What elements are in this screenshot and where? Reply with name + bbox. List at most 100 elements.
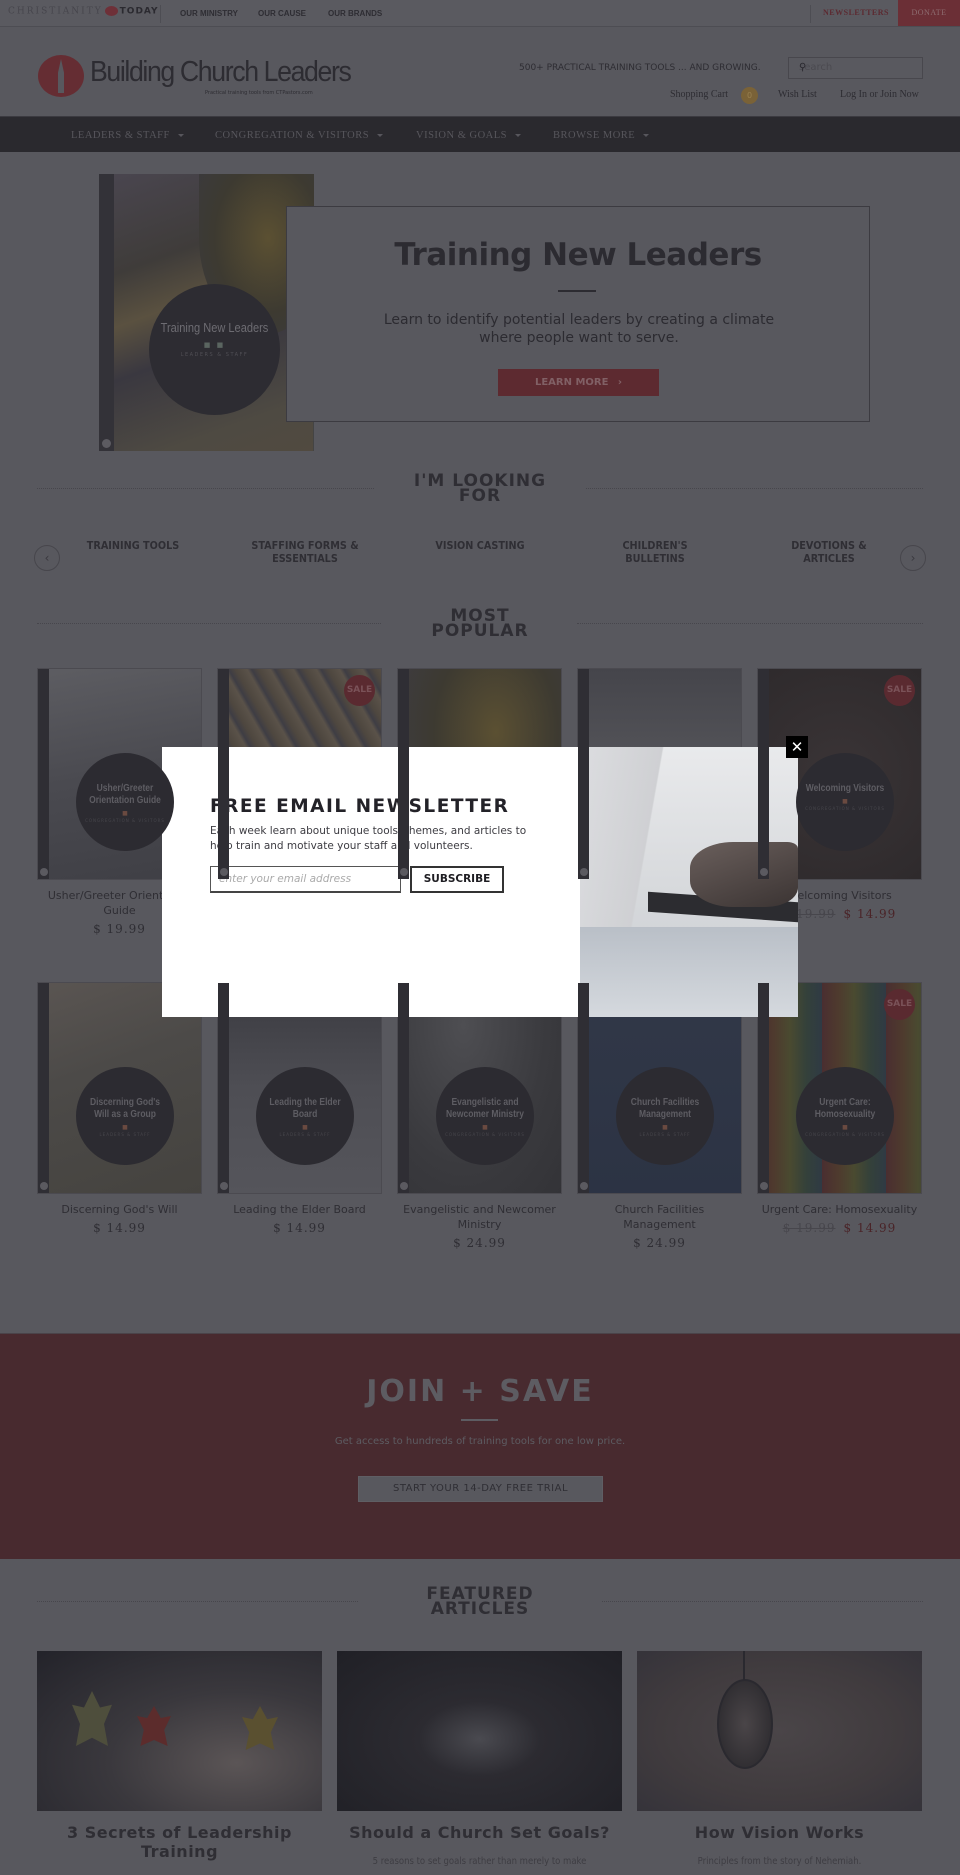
shopping-cart-link[interactable]: Shopping Cart xyxy=(670,89,728,100)
product-name[interactable]: Leading the Elder Board xyxy=(217,1202,382,1217)
nav-congregation-visitors[interactable]: CONGREGATION & VISITORS xyxy=(215,130,384,141)
newsletters-link[interactable]: NEWSLETTERS xyxy=(823,8,889,17)
nav-vision-goals[interactable]: VISION & GOALS xyxy=(416,130,521,141)
nav-leaders-staff[interactable]: LEADERS & STAFF xyxy=(71,130,184,141)
cart-count-badge: 0 xyxy=(741,87,758,104)
article-card[interactable]: How Vision Works Principles from the sto… xyxy=(637,1651,922,1867)
cover-category: LEADERS & STAFF xyxy=(180,352,249,358)
modal-title: FREE EMAIL NEWSLETTER xyxy=(210,796,510,817)
category-staffing-forms[interactable]: STAFFING FORMS & ESSENTIALS xyxy=(248,539,362,565)
product-card[interactable]: Evangelistic and Newcomer Ministry ■ CON… xyxy=(397,982,562,1250)
leaf-icon xyxy=(137,1706,171,1746)
cover-spine xyxy=(758,983,769,1193)
category-training-tools[interactable]: TRAINING TOOLS xyxy=(76,539,190,552)
cover-dot: ■ xyxy=(122,810,128,817)
category-vision-casting[interactable]: VISION CASTING xyxy=(423,539,537,552)
publisher-mark-icon xyxy=(40,1182,48,1190)
site-logo-title[interactable]: Building Church Leaders xyxy=(90,56,352,89)
cover-badge: Evangelistic and Newcomer Ministry ■ CON… xyxy=(436,1067,534,1165)
product-name[interactable]: Evangelistic and Newcomer Ministry xyxy=(397,1202,562,1232)
product-name[interactable]: Church Facilities Management xyxy=(577,1202,742,1232)
top-link-our-brands[interactable]: OUR BRANDS xyxy=(328,9,382,18)
cover-spine xyxy=(398,983,409,1193)
product-card[interactable]: Church Facilities Management ■ LEADERS &… xyxy=(577,982,742,1250)
cover-dot: ■ xyxy=(842,1124,848,1131)
cover-badge: Usher/Greeter Orientation Guide ■ CONGRE… xyxy=(76,753,174,851)
product-card[interactable]: Urgent Care: Homosexuality ■ CONGREGATIO… xyxy=(757,982,922,1235)
publisher-mark-icon xyxy=(400,868,408,876)
search-icon[interactable]: ⚲ xyxy=(799,62,915,73)
chevron-left-icon: ‹ xyxy=(44,551,50,565)
chevron-right-icon: › xyxy=(617,377,623,388)
pendant-string xyxy=(743,1651,745,1681)
cover-badge: Urgent Care: Homosexuality ■ CONGREGATIO… xyxy=(796,1067,894,1165)
top-link-our-cause[interactable]: OUR CAUSE xyxy=(258,9,306,18)
subscribe-button[interactable]: SUBSCRIBE xyxy=(410,866,504,893)
product-price: $ 14.99 xyxy=(37,1221,202,1235)
tagline: 500+ PRACTICAL TRAINING TOOLS ... AND GR… xyxy=(519,63,761,73)
cover-category: LEADERS & STAFF xyxy=(279,1132,331,1137)
free-trial-button[interactable]: START YOUR 14-DAY FREE TRIAL xyxy=(358,1476,603,1502)
cover-badge: Leading the Elder Board ■ LEADERS & STAF… xyxy=(256,1067,354,1165)
article-card[interactable]: 3 Secrets of Leadership Training xyxy=(37,1651,322,1875)
close-modal-button[interactable]: ✕ xyxy=(786,736,808,758)
top-link-our-ministry[interactable]: OUR MINISTRY xyxy=(180,9,238,18)
product-price: $ 24.99 xyxy=(577,1236,742,1250)
hero-book-cover[interactable]: Training New Leaders ■ ■ LEADERS & STAFF xyxy=(99,174,314,451)
steeple-icon xyxy=(58,59,64,93)
product-card[interactable]: Discerning God's Will as a Group ■ LEADE… xyxy=(37,982,202,1235)
nav-label: VISION & GOALS xyxy=(416,130,507,141)
hands xyxy=(690,842,798,907)
newsletter-modal: FREE EMAIL NEWSLETTER Each week learn ab… xyxy=(162,747,798,1017)
cover-title: Discerning God's Will as a Group xyxy=(89,1097,161,1120)
leaf-icon xyxy=(242,1706,278,1750)
crystal-ball-icon xyxy=(717,1679,773,1769)
cover-category: CONGREGATION & VISITORS xyxy=(445,1132,525,1137)
product-name[interactable]: Urgent Care: Homosexuality xyxy=(757,1202,922,1217)
article-title[interactable]: Should a Church Set Goals? xyxy=(337,1823,622,1842)
carousel-prev-button[interactable]: ‹ xyxy=(34,545,60,571)
publisher-mark-icon xyxy=(220,1182,228,1190)
article-title[interactable]: How Vision Works xyxy=(637,1823,922,1842)
article-title[interactable]: 3 Secrets of Leadership Training xyxy=(37,1823,322,1861)
cover-dots: ■ ■ xyxy=(203,341,226,349)
price: $ 24.99 xyxy=(453,1236,506,1250)
donate-button[interactable]: DONATE xyxy=(898,0,960,26)
sale-price: $ 14.99 xyxy=(843,907,897,921)
article-card[interactable]: Should a Church Set Goals? 5 reasons to … xyxy=(337,1651,622,1867)
article-image[interactable] xyxy=(37,1651,322,1811)
caret-down-icon xyxy=(515,134,521,138)
learn-more-button[interactable]: LEARN MORE › xyxy=(498,369,659,396)
category-childrens-bulletins[interactable]: CHILDREN'S BULLETINS xyxy=(598,539,712,565)
article-image[interactable] xyxy=(337,1651,622,1811)
join-title: JOIN + SAVE xyxy=(366,1374,594,1409)
category-devotions-articles[interactable]: DEVOTIONS & ARTICLES xyxy=(772,539,886,565)
search-input[interactable]: search ⚲ xyxy=(788,57,923,79)
email-input[interactable] xyxy=(210,866,401,893)
cover-badge: Welcoming Visitors ■ CONGREGATION & VISI… xyxy=(796,753,894,851)
wish-list-link[interactable]: Wish List xyxy=(778,89,817,100)
divider xyxy=(160,5,161,23)
cover-spine xyxy=(398,669,409,879)
christianity-today-logo[interactable]: CHRISTIANITY TODAY xyxy=(8,6,159,17)
cover-spine xyxy=(578,983,589,1193)
login-link[interactable]: Log In or Join Now xyxy=(840,89,919,100)
featured-articles-title: FEATURED ARTICLES xyxy=(426,1584,534,1619)
carousel-next-button[interactable]: › xyxy=(900,545,926,571)
cover-title: Training New Leaders xyxy=(160,320,269,335)
product-name[interactable]: Discerning God's Will xyxy=(37,1202,202,1217)
hero-title: Training New Leaders xyxy=(394,237,762,273)
nav-browse-more[interactable]: BROWSE MORE xyxy=(553,130,650,141)
top-bar: CHRISTIANITY TODAY OUR MINISTRY OUR CAUSE… xyxy=(0,0,960,27)
publisher-mark-icon xyxy=(580,868,588,876)
sale-badge: SALE xyxy=(344,675,375,706)
product-card[interactable]: Leading the Elder Board ■ LEADERS & STAF… xyxy=(217,982,382,1235)
product-price: $ 19.99 $ 14.99 xyxy=(757,1221,922,1235)
sale-badge: SALE xyxy=(884,989,915,1020)
cover-title: Church Facilities Management xyxy=(630,1097,700,1120)
price: $ 14.99 xyxy=(273,1221,326,1235)
article-image[interactable] xyxy=(637,1651,922,1811)
cover-title: Urgent Care: Homosexuality xyxy=(814,1097,876,1120)
cover-title: Usher/Greeter Orientation Guide xyxy=(89,783,161,806)
logo-icon[interactable] xyxy=(38,55,84,97)
